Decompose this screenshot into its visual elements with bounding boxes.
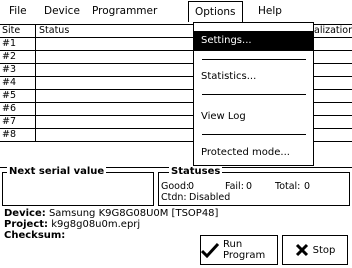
ctdn-label: Ctdn: xyxy=(161,192,187,203)
checksum-label: Checksum: xyxy=(4,230,66,241)
site-cell: #3 xyxy=(0,64,36,76)
menu-bar: File Device Programmer Options Help xyxy=(0,0,352,22)
header-status: Status xyxy=(39,25,70,36)
site-cell: #2 xyxy=(0,51,36,63)
site-cell: #8 xyxy=(0,129,36,141)
stop-label: Stop xyxy=(312,244,336,256)
menu-item-statistics[interactable]: Statistics... xyxy=(194,67,313,87)
menu-options[interactable]: Options xyxy=(188,1,243,22)
statuses-group: Statuses Good: 0 Fail: 0 Total: 0 Ctdn: … xyxy=(158,166,350,206)
good-label: Good: xyxy=(161,181,190,192)
menu-device[interactable]: Device xyxy=(38,2,86,20)
menu-programmer[interactable]: Programmer xyxy=(86,2,163,20)
run-program-button[interactable]: Run Program xyxy=(200,235,278,265)
total-value: 0 xyxy=(304,181,311,192)
menu-separator xyxy=(202,94,306,95)
site-cell: #6 xyxy=(0,103,36,115)
menu-item-protected-mode[interactable]: Protected mode... xyxy=(194,143,313,163)
project-info: Project: k9g8g08u0m.eprj xyxy=(4,219,140,230)
checkmark-icon xyxy=(201,242,219,258)
menu-item-view-log[interactable]: View Log xyxy=(194,107,313,127)
device-info: Device: Samsung K9G8G08U0M [TSOP48] xyxy=(4,208,218,219)
site-cell: #4 xyxy=(0,77,36,89)
next-serial-title: Next serial value xyxy=(7,166,107,178)
site-cell: #1 xyxy=(0,38,36,50)
run-program-label: Run Program xyxy=(223,239,266,261)
ctdn-value: Disabled xyxy=(189,192,231,203)
menu-help[interactable]: Help xyxy=(252,2,288,20)
header-serialization: alization xyxy=(314,25,352,36)
header-site: Site xyxy=(0,25,36,37)
site-cell: #7 xyxy=(0,116,36,128)
menu-file[interactable]: File xyxy=(3,2,33,20)
menu-item-settings[interactable]: Settings... xyxy=(194,31,313,51)
statuses-title: Statuses xyxy=(169,166,223,178)
menu-separator xyxy=(202,59,306,60)
project-value: k9g8g08u0m.eprj xyxy=(51,219,141,230)
device-label: Device: xyxy=(4,208,46,219)
next-serial-group: Next serial value xyxy=(2,166,154,206)
checksum-info: Checksum: xyxy=(4,230,65,241)
options-dropdown: Settings... Statistics... View Log Prote… xyxy=(193,22,314,166)
site-cell: #5 xyxy=(0,90,36,102)
good-value: 0 xyxy=(188,181,195,192)
device-value: Samsung K9G8G08U0M [TSOP48] xyxy=(48,208,219,219)
menu-separator xyxy=(202,134,306,135)
fail-label: Fail: xyxy=(225,181,244,192)
cross-icon xyxy=(295,243,309,257)
project-label: Project: xyxy=(4,219,49,230)
fail-value: 0 xyxy=(246,181,253,192)
total-label: Total: xyxy=(275,181,301,192)
stop-button[interactable]: Stop xyxy=(282,235,348,265)
